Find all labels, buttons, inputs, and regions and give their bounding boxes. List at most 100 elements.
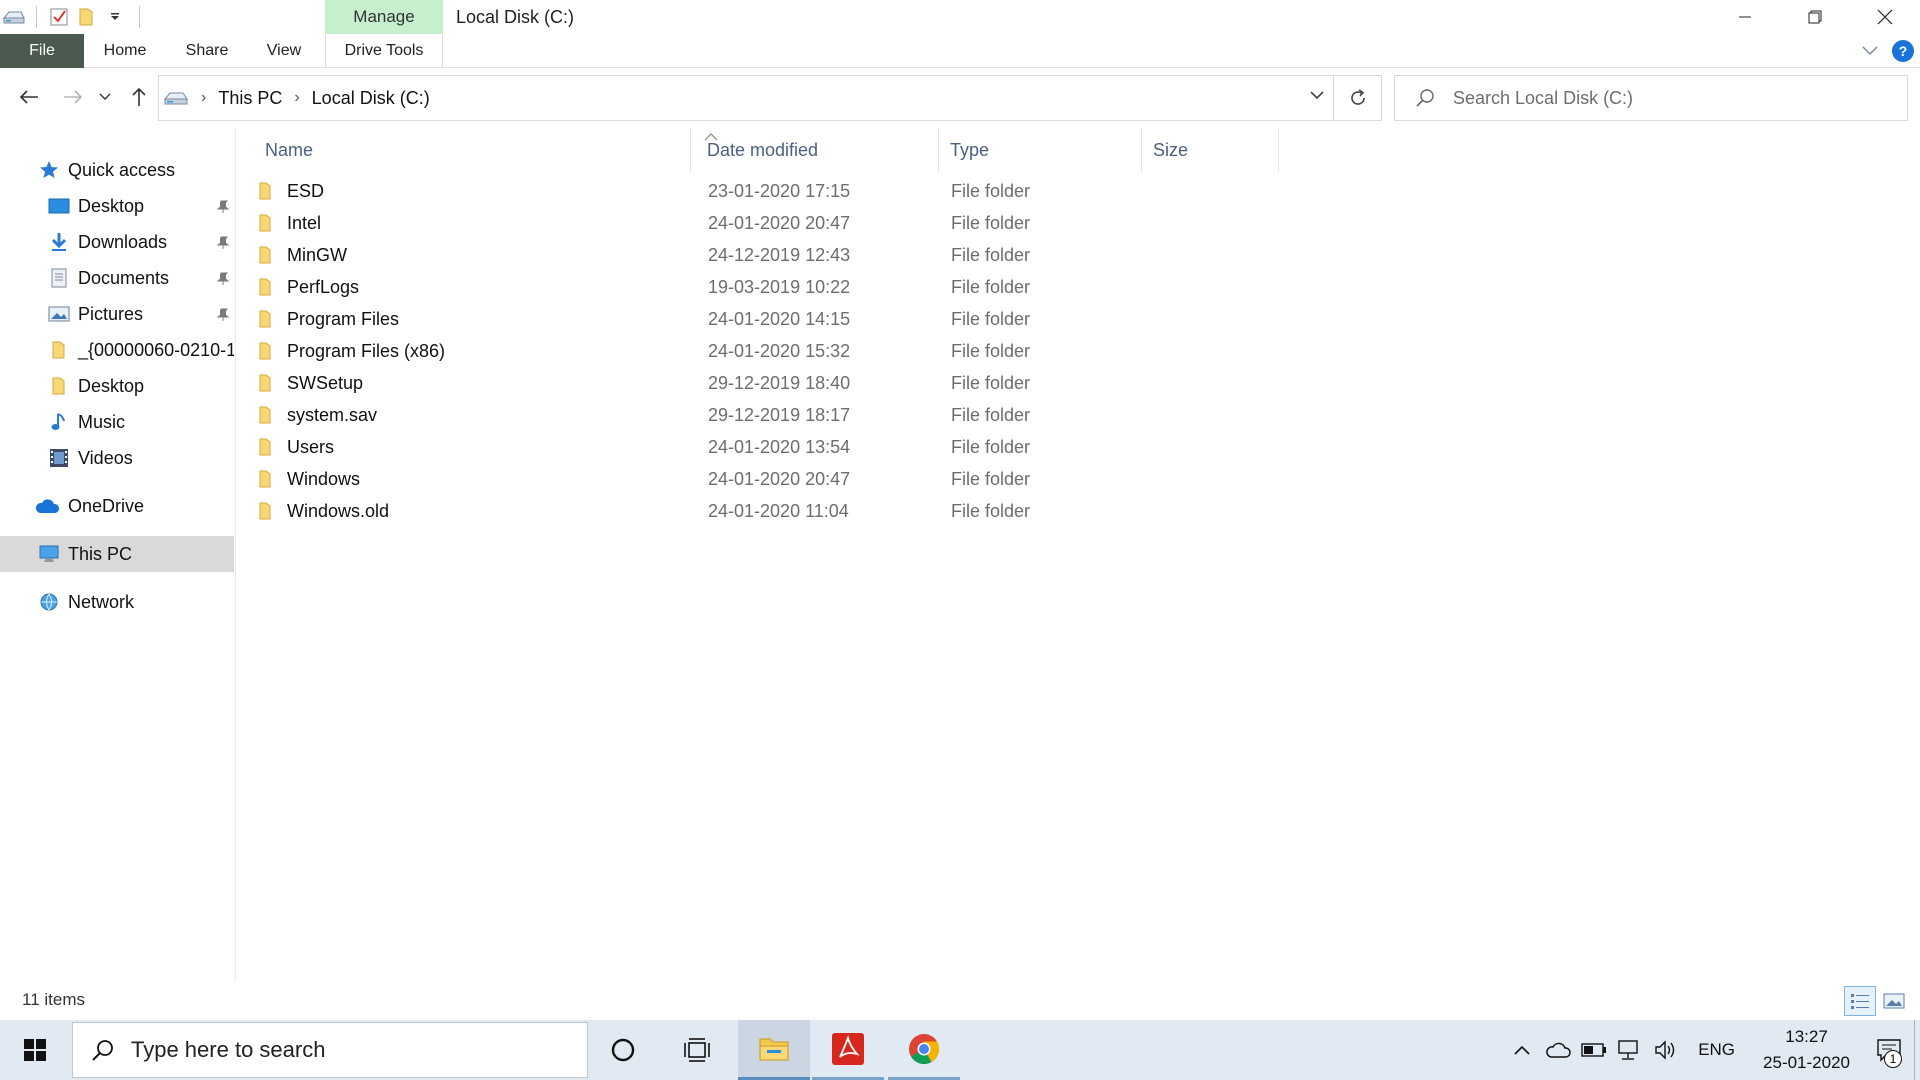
- close-button[interactable]: [1850, 0, 1920, 34]
- new-folder-icon[interactable]: [73, 3, 101, 31]
- type-cell: File folder: [951, 308, 1031, 329]
- task-view-button[interactable]: [662, 1020, 732, 1080]
- sidebar-item-videos[interactable]: Videos: [0, 440, 234, 476]
- folder-icon: [48, 339, 70, 361]
- help-button[interactable]: ?: [1892, 40, 1914, 62]
- file-name-cell: Users: [257, 437, 334, 458]
- pin-icon: [216, 306, 230, 327]
- search-input[interactable]: [1453, 87, 1893, 109]
- table-row[interactable]: MinGW 24-12-2019 12:43 File folder: [257, 239, 1257, 271]
- chevron-up-icon: [1514, 1045, 1530, 1055]
- search-icon: [1415, 88, 1435, 108]
- folder-icon: [257, 342, 277, 360]
- tab-share[interactable]: Share: [172, 34, 242, 68]
- close-icon: [1877, 9, 1893, 25]
- forward-button[interactable]: [58, 82, 88, 112]
- network-icon: [38, 591, 60, 613]
- customize-toolbar-icon[interactable]: [101, 3, 129, 31]
- large-icons-view-button[interactable]: [1878, 986, 1910, 1016]
- taskbar-chrome[interactable]: [888, 1020, 960, 1080]
- restore-icon: [1808, 10, 1822, 24]
- tab-view[interactable]: View: [254, 34, 314, 68]
- volume-button[interactable]: [1648, 1020, 1684, 1080]
- sidebar-item-pictures[interactable]: Pictures: [0, 296, 234, 332]
- taskbar-file-explorer[interactable]: [738, 1020, 810, 1080]
- refresh-button[interactable]: [1334, 75, 1382, 121]
- up-button[interactable]: [124, 82, 154, 112]
- tab-home[interactable]: Home: [90, 34, 160, 68]
- clock[interactable]: 13:27 25-01-2020: [1749, 1024, 1864, 1076]
- onedrive-tray-button[interactable]: [1540, 1020, 1576, 1080]
- properties-icon[interactable]: [45, 3, 73, 31]
- file-name: PerfLogs: [287, 276, 360, 297]
- sidebar-item-network[interactable]: Network: [0, 584, 234, 620]
- table-row[interactable]: PerfLogs 19-03-2019 10:22 File folder: [257, 271, 1257, 303]
- document-icon: [48, 267, 70, 289]
- file-name: Program Files (x86): [287, 340, 446, 361]
- recent-locations-button[interactable]: [94, 82, 116, 112]
- show-hidden-icons-button[interactable]: [1504, 1020, 1540, 1080]
- breadcrumb-this-pc[interactable]: This PC: [218, 88, 282, 109]
- cortana-button[interactable]: [588, 1020, 658, 1080]
- table-row[interactable]: Users 24-01-2020 13:54 File folder: [257, 431, 1257, 463]
- breadcrumb-separator[interactable]: ›: [201, 89, 206, 107]
- folder-icon: [257, 438, 277, 456]
- column-header-date-modified[interactable]: Date modified: [699, 128, 939, 172]
- date-modified-cell: 24-01-2020 13:54: [708, 436, 851, 457]
- sidebar-item-desktop-folder[interactable]: Desktop: [0, 368, 234, 404]
- taskbar-search[interactable]: [72, 1022, 588, 1078]
- ribbon-right: ?: [1862, 34, 1920, 68]
- table-row[interactable]: system.sav 29-12-2019 18:17 File folder: [257, 399, 1257, 431]
- column-header-size[interactable]: Size: [1145, 128, 1279, 172]
- sidebar-item-this-pc[interactable]: This PC: [0, 536, 234, 572]
- taskbar-search-input[interactable]: [131, 1037, 551, 1063]
- speaker-icon: [1655, 1040, 1675, 1060]
- taskbar-acrobat-reader[interactable]: [812, 1020, 884, 1080]
- show-desktop-button[interactable]: [1914, 1020, 1920, 1080]
- table-row[interactable]: SWSetup 29-12-2019 18:40 File folder: [257, 367, 1257, 399]
- pin-icon: [216, 234, 230, 255]
- breadcrumb-separator[interactable]: ›: [294, 89, 299, 107]
- table-row[interactable]: Program Files 24-01-2020 14:15 File folder: [257, 303, 1257, 335]
- sidebar-item-desktop[interactable]: Desktop: [0, 188, 234, 224]
- tab-drive-tools[interactable]: Drive Tools: [325, 34, 443, 68]
- sidebar-item-quick-access[interactable]: Quick access: [0, 152, 234, 188]
- start-button[interactable]: [0, 1020, 70, 1080]
- minimize-button[interactable]: [1710, 0, 1780, 34]
- cloud-icon: [1546, 1042, 1571, 1058]
- column-header-name[interactable]: Name: [257, 128, 691, 172]
- tab-file[interactable]: File: [0, 34, 84, 68]
- table-row[interactable]: Windows 24-01-2020 20:47 File folder: [257, 463, 1257, 495]
- notification-count-badge: 1: [1884, 1050, 1902, 1068]
- address-history-dropdown[interactable]: [1309, 90, 1325, 100]
- sidebar-item-music[interactable]: Music: [0, 404, 234, 440]
- navigation-pane: Quick access Desktop Downloads Documents…: [0, 128, 236, 980]
- table-row[interactable]: ESD 23-01-2020 17:15 File folder: [257, 175, 1257, 207]
- ribbon-tabs: File Home Share View Drive Tools ?: [0, 34, 1920, 68]
- toolbar-separator: [36, 6, 37, 28]
- expand-ribbon-button[interactable]: [1862, 46, 1878, 56]
- sidebar-item-recent-folder[interactable]: _{00000060-0210-1: [0, 332, 234, 368]
- date-modified-cell: 24-12-2019 12:43: [708, 244, 851, 265]
- search-box[interactable]: [1394, 75, 1908, 121]
- address-bar[interactable]: › This PC › Local Disk (C:): [158, 75, 1334, 121]
- back-button[interactable]: [14, 82, 44, 112]
- folder-icon: [257, 374, 277, 392]
- input-language[interactable]: ENG: [1684, 1040, 1749, 1060]
- column-header-type[interactable]: Type: [942, 128, 1142, 172]
- file-name: MinGW: [287, 244, 347, 265]
- sidebar-item-documents[interactable]: Documents: [0, 260, 234, 296]
- table-row[interactable]: Windows.old 24-01-2020 11:04 File folder: [257, 495, 1257, 527]
- sidebar-item-label: Documents: [78, 267, 170, 288]
- restore-button[interactable]: [1780, 0, 1850, 34]
- breadcrumb-local-disk[interactable]: Local Disk (C:): [312, 88, 430, 109]
- sidebar-item-downloads[interactable]: Downloads: [0, 224, 234, 260]
- network-tray-button[interactable]: [1612, 1020, 1648, 1080]
- action-center-button[interactable]: 1: [1864, 1020, 1914, 1080]
- table-row[interactable]: Intel 24-01-2020 20:47 File folder: [257, 207, 1257, 239]
- battery-button[interactable]: [1576, 1020, 1612, 1080]
- tab-manage[interactable]: Manage: [325, 0, 443, 34]
- details-view-button[interactable]: [1844, 986, 1876, 1016]
- sidebar-item-onedrive[interactable]: OneDrive: [0, 488, 234, 524]
- table-row[interactable]: Program Files (x86) 24-01-2020 15:32 File …: [257, 335, 1257, 367]
